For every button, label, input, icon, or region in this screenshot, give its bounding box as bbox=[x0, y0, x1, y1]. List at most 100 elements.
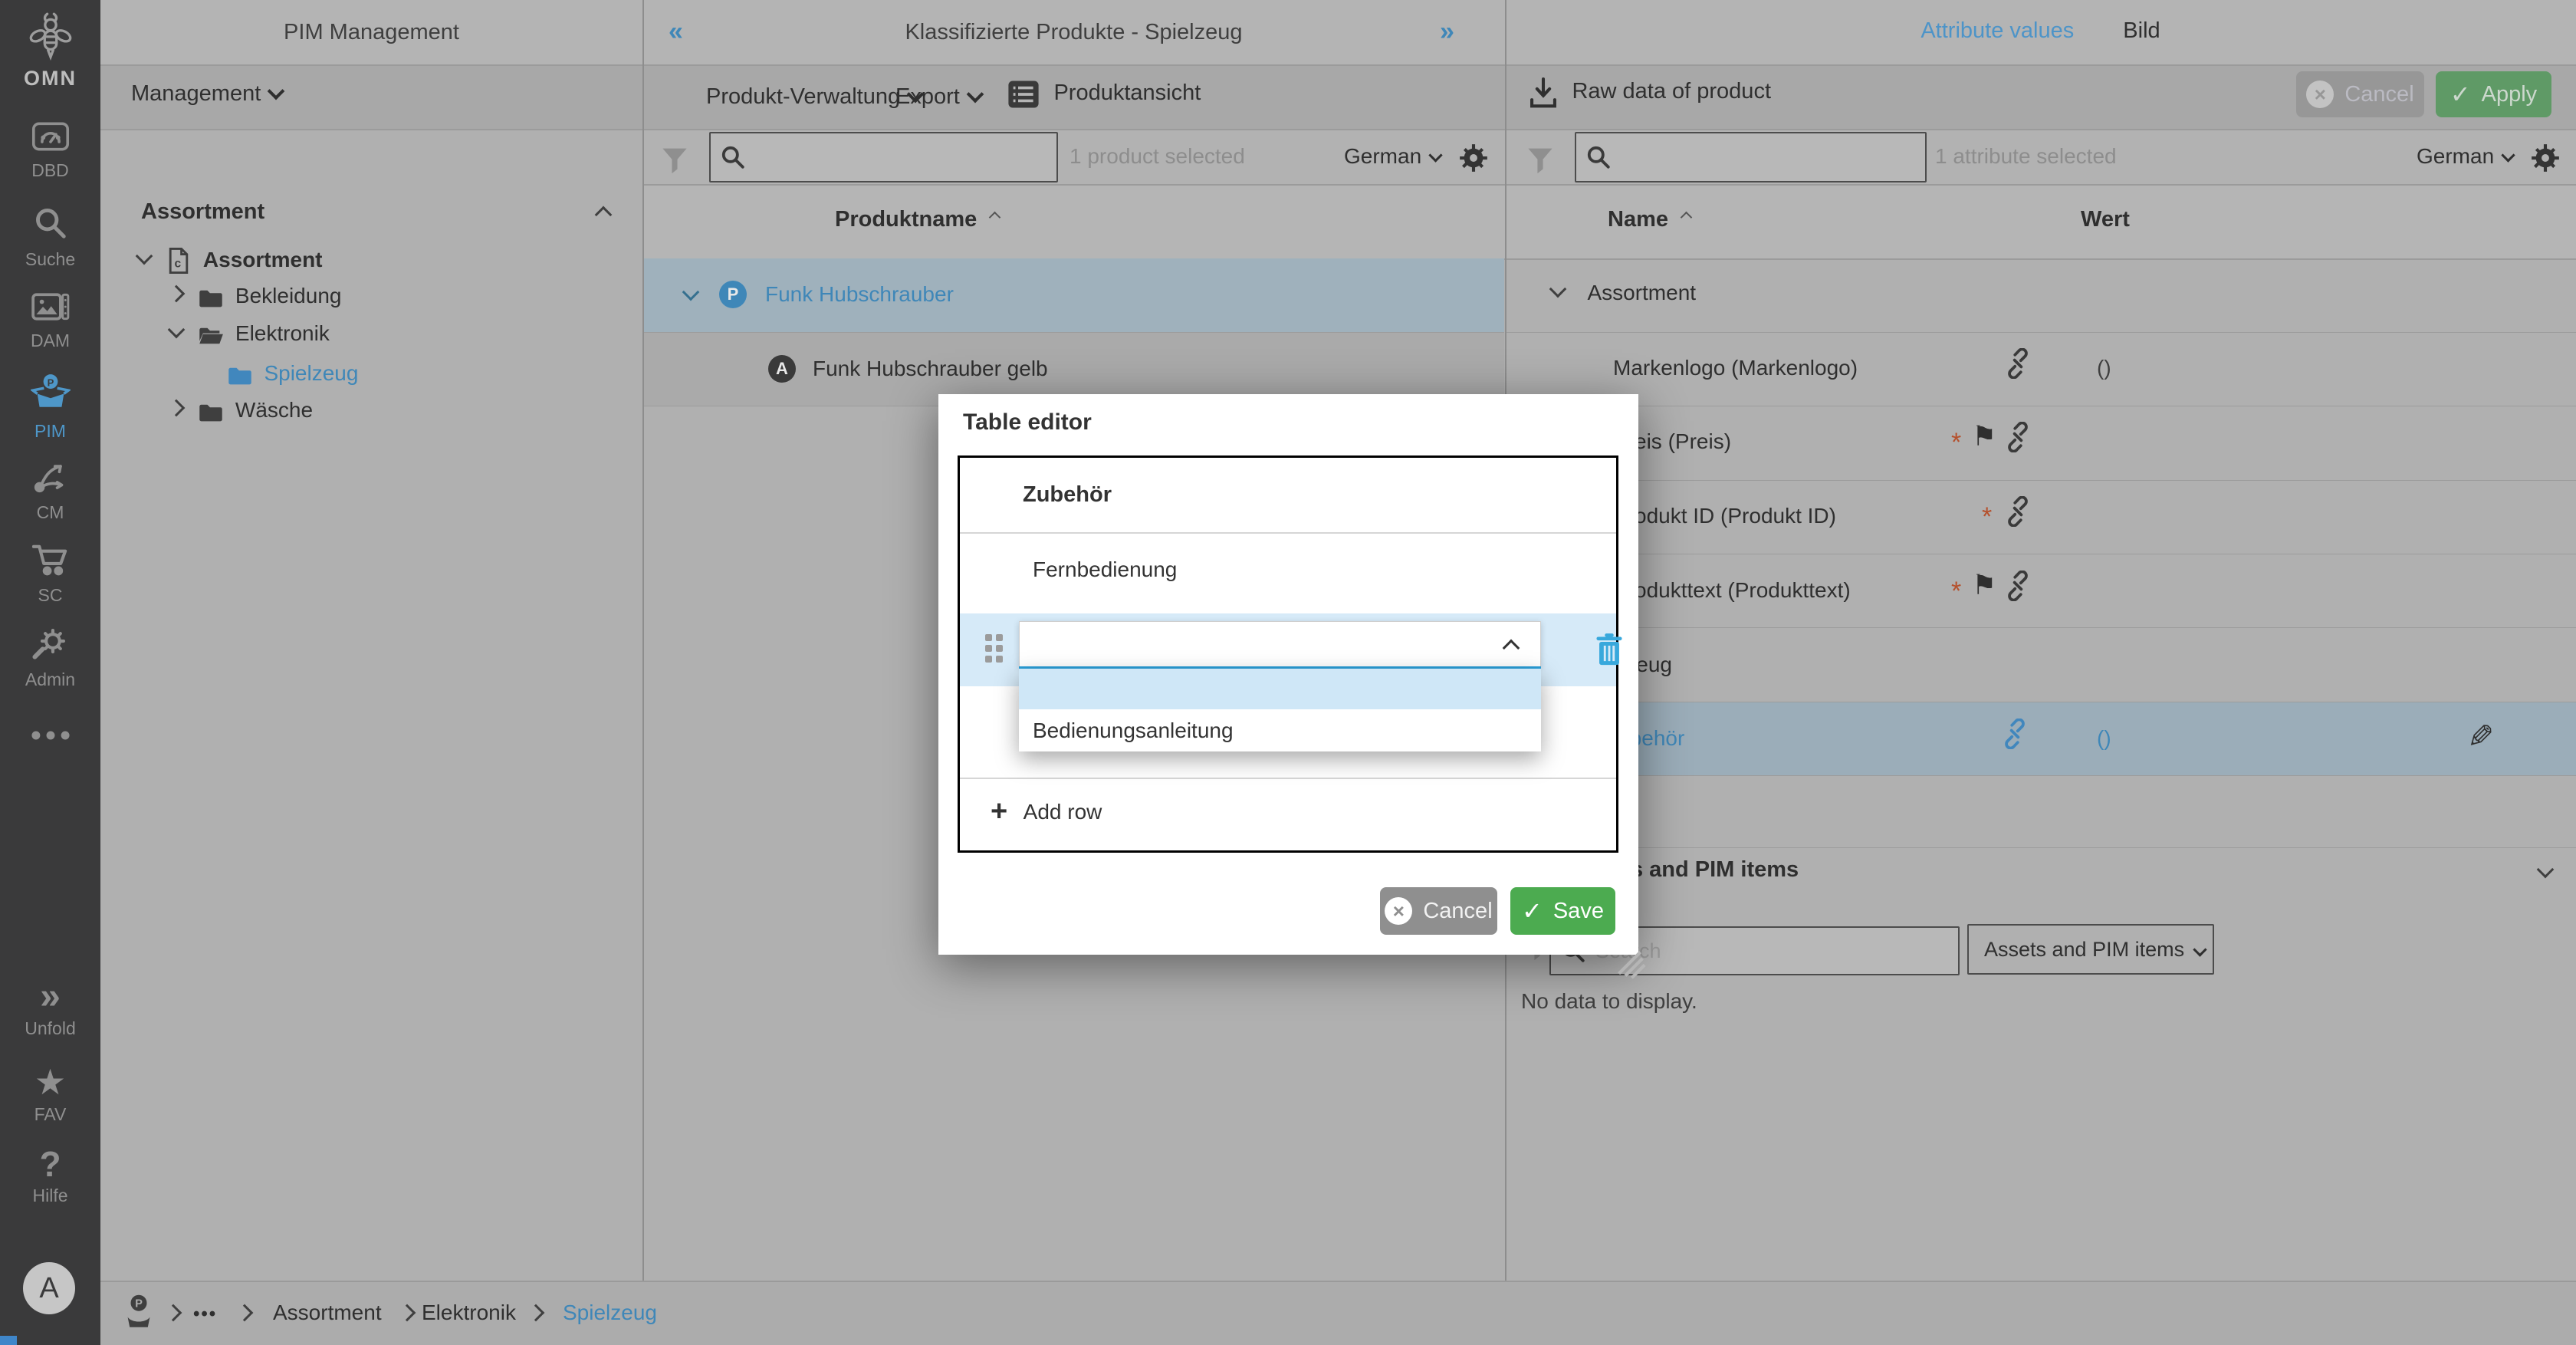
omn-logo-label: OMN bbox=[0, 67, 100, 90]
management-menu[interactable]: Management bbox=[131, 83, 282, 105]
export-menu[interactable]: Export bbox=[895, 86, 981, 108]
value-dropdown-input[interactable] bbox=[1019, 621, 1541, 667]
collapse-section-icon[interactable] bbox=[595, 206, 613, 224]
media-image-icon bbox=[31, 291, 71, 322]
breadcrumb-ellipsis[interactable]: ••• bbox=[193, 1305, 217, 1324]
sidebar-item-unfold[interactable]: » Unfold bbox=[0, 980, 100, 1039]
product-search-input[interactable] bbox=[754, 133, 1053, 181]
dropdown-option-list: Bedienungsanleitung bbox=[1019, 669, 1541, 751]
breadcrumb-item-elektronik[interactable]: Elektronik bbox=[422, 1302, 516, 1324]
attribute-language-select[interactable]: German bbox=[2417, 146, 2513, 167]
tab-attribute-values[interactable]: Attribute values bbox=[1921, 18, 2074, 43]
user-avatar[interactable]: A bbox=[23, 1262, 75, 1314]
editor-table: Zubehör Fernbedienung bbox=[958, 455, 1618, 853]
assets-search-input[interactable] bbox=[1594, 928, 1955, 974]
drag-handle-icon[interactable] bbox=[985, 634, 1003, 663]
chevron-down-icon bbox=[2193, 942, 2206, 956]
add-row-button[interactable]: + Add row bbox=[991, 797, 1102, 826]
attribute-column-wert[interactable]: Wert bbox=[2081, 209, 2130, 231]
delete-trash-icon[interactable] bbox=[1595, 632, 1624, 667]
attribute-row-produkttext[interactable]: Produkttext (Produkttext) bbox=[1613, 580, 1851, 601]
tree-item-label: Spielzeug bbox=[264, 361, 358, 385]
filter-funnel-icon[interactable] bbox=[662, 147, 688, 178]
footer-divider bbox=[960, 778, 1616, 779]
nav-next-button[interactable]: » bbox=[1440, 18, 1454, 44]
attributes-apply-button[interactable]: ✓ Apply bbox=[2436, 71, 2551, 117]
sidebar-item-suche[interactable]: Suche bbox=[0, 206, 100, 270]
chevron-down-icon bbox=[168, 321, 186, 339]
chevron-down-icon bbox=[1428, 148, 1442, 162]
product-view-button[interactable]: Produktansicht bbox=[1007, 80, 1201, 109]
product-column-header[interactable]: Produktname bbox=[835, 209, 999, 231]
unlink-icon[interactable] bbox=[1999, 719, 2030, 749]
editor-row-fernbedienung[interactable]: Fernbedienung bbox=[1033, 559, 1177, 580]
attribute-row-markenlogo[interactable]: Markenlogo (Markenlogo) bbox=[1613, 357, 1858, 379]
raw-data-header: Raw data of product bbox=[1529, 77, 1771, 110]
tree-item-bekleidung[interactable]: Bekleidung bbox=[170, 285, 341, 319]
sidebar-item-dam[interactable]: DAM bbox=[0, 291, 100, 351]
settings-gear-icon[interactable] bbox=[1457, 141, 1490, 175]
breadcrumb-item-assortment[interactable]: Assortment bbox=[273, 1302, 382, 1324]
attribute-row-produkt-id[interactable]: Produkt ID (Produkt ID) bbox=[1613, 505, 1836, 527]
assets-empty-message: No data to display. bbox=[1521, 991, 1697, 1012]
tree-item-elektronik[interactable]: Elektronik bbox=[170, 323, 330, 357]
dropdown-option[interactable]: Bedienungsanleitung bbox=[1019, 709, 1541, 751]
assets-filter-dropdown[interactable]: Assets and PIM items bbox=[1967, 924, 2214, 975]
sidebar-item-dbd[interactable]: DBD bbox=[0, 121, 100, 181]
attribute-search-box bbox=[1575, 132, 1927, 183]
bee-logo-icon bbox=[25, 12, 76, 63]
product-management-menu[interactable]: Produkt-Verwaltung bbox=[706, 86, 922, 108]
sidebar-item-sc[interactable]: SC bbox=[0, 541, 100, 606]
toolbar-band bbox=[100, 64, 2576, 129]
sidebar-item-fav[interactable]: ★ FAV bbox=[0, 1064, 100, 1125]
product-language-select[interactable]: German bbox=[1344, 146, 1441, 167]
tab-bild[interactable]: Bild bbox=[2123, 18, 2160, 43]
attribute-search-input[interactable] bbox=[1619, 133, 1922, 181]
modal-cancel-button[interactable]: × Cancel bbox=[1380, 887, 1497, 935]
sidebar-item-label: DAM bbox=[0, 330, 100, 351]
filter-funnel-icon[interactable] bbox=[1527, 147, 1553, 178]
flag-icon[interactable]: ⚑ bbox=[1972, 420, 1996, 452]
flag-icon[interactable]: ⚑ bbox=[1972, 569, 1996, 601]
sort-ascending-icon bbox=[1681, 212, 1693, 224]
attribute-group-assortment[interactable]: Assortment bbox=[1552, 282, 1696, 305]
sidebar-item-pim[interactable]: P PIM bbox=[0, 373, 100, 442]
unlink-icon[interactable] bbox=[2003, 422, 2033, 452]
unlink-icon[interactable] bbox=[2003, 496, 2033, 527]
modal-save-button[interactable]: ✓ Save bbox=[1510, 887, 1615, 935]
tree-item-assortment-root[interactable]: c Assortment bbox=[138, 247, 323, 281]
raw-data-title: Raw data of product bbox=[1572, 79, 1771, 104]
product-type-badge: P bbox=[719, 281, 747, 308]
modal-resize-handle[interactable] bbox=[1604, 937, 1647, 980]
corner-accent bbox=[0, 1336, 17, 1345]
attribute-column-name[interactable]: Name bbox=[1608, 209, 1691, 231]
avatar-letter: A bbox=[39, 1272, 58, 1305]
sidebar-item-label: Suche bbox=[0, 249, 100, 270]
breadcrumb-item-spielzeug[interactable]: Spielzeug bbox=[563, 1302, 657, 1324]
product-row-name[interactable]: Funk Hubschrauber bbox=[765, 284, 954, 305]
save-check-icon: ✓ bbox=[1522, 896, 1543, 926]
dropdown-option-empty[interactable] bbox=[1019, 669, 1541, 709]
chevron-right-icon bbox=[168, 400, 186, 417]
sidebar-item-admin[interactable]: Admin bbox=[0, 626, 100, 690]
table-editor-modal: Table editor Zubehör Fernbedienung bbox=[938, 394, 1638, 955]
sidebar-item-label: Admin bbox=[0, 669, 100, 690]
folder-icon bbox=[227, 365, 253, 386]
sidebar-item-hilfe[interactable]: ? Hilfe bbox=[0, 1147, 100, 1206]
tree-item-spielzeug[interactable]: Spielzeug bbox=[227, 363, 358, 396]
settings-gear-icon[interactable] bbox=[2528, 141, 2562, 175]
sidebar-more-button[interactable] bbox=[0, 728, 100, 746]
chevron-right-icon bbox=[168, 285, 186, 303]
required-marker: * bbox=[1951, 578, 1961, 604]
folder-icon bbox=[198, 288, 224, 309]
chevron-down-icon[interactable] bbox=[2537, 861, 2555, 879]
tree-item-waesche[interactable]: Wäsche bbox=[170, 400, 313, 433]
sidebar-item-label: DBD bbox=[0, 160, 100, 181]
attributes-cancel-button[interactable]: × Cancel bbox=[2296, 71, 2424, 117]
edit-pencil-icon[interactable]: ✎ bbox=[2467, 718, 2494, 755]
unlink-icon[interactable] bbox=[2003, 348, 2033, 379]
unlink-icon[interactable] bbox=[2003, 571, 2033, 601]
product-row-name[interactable]: Funk Hubschrauber gelb bbox=[813, 358, 1048, 380]
sidebar-item-cm[interactable]: CM bbox=[0, 459, 100, 523]
omn-logo[interactable]: OMN bbox=[0, 12, 100, 90]
